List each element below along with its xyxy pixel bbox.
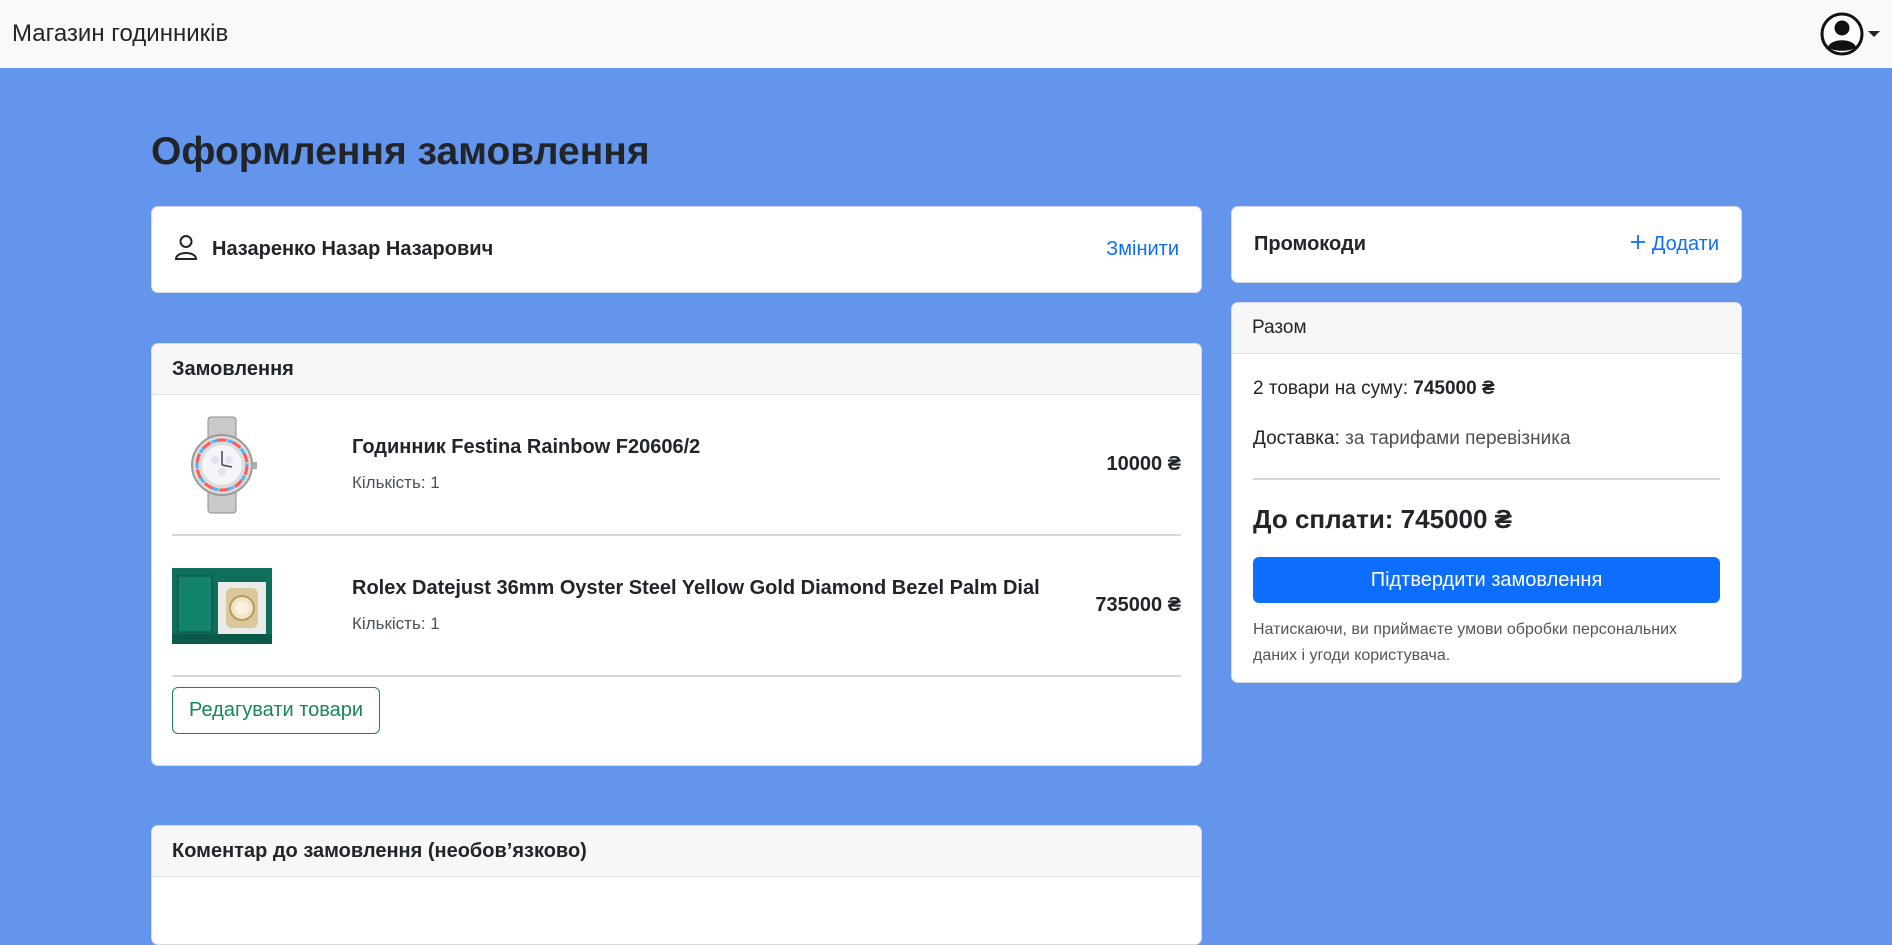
plus-icon <box>1630 233 1646 256</box>
order-header: Замовлення <box>152 344 1201 395</box>
navbar: Магазин годинників <box>0 0 1892 68</box>
delivery-value: за тарифами перевізника <box>1345 428 1571 449</box>
order-card: Замовлення Годинник Festina Rainbow F206… <box>151 343 1202 766</box>
chevron-down-icon <box>1868 31 1880 37</box>
comment-header: Коментар до замовлення (необов’язково) <box>152 826 1201 877</box>
items-total-prefix: 2 товари на суму: <box>1253 378 1414 399</box>
user-menu-toggle[interactable] <box>1820 12 1880 56</box>
promo-title: Промокоди <box>1254 233 1366 255</box>
product-price: 10000 ₴ <box>1106 453 1181 475</box>
confirm-order-button[interactable]: Підтвердити замовлення <box>1253 557 1720 603</box>
product-quantity: Кількість: 1 <box>352 473 440 492</box>
product-name[interactable]: Годинник Festina Rainbow F20606/2 <box>352 436 1106 459</box>
delivery-label: Доставка: <box>1253 428 1346 449</box>
terms-note: Натискаючи, ви приймаєте умови обробки п… <box>1253 621 1678 664</box>
person-icon <box>174 234 198 266</box>
page-title: Оформлення замовлення <box>151 130 650 173</box>
delivery-line: Доставка: за тарифами перевізника <box>1253 428 1720 450</box>
add-promo-link[interactable]: Додати <box>1630 233 1719 256</box>
list-item: Годинник Festina Rainbow F20606/2 Кількі… <box>172 395 1181 536</box>
product-name[interactable]: Rolex Datejust 36mm Oyster Steel Yellow … <box>352 577 1095 600</box>
summary-header: Разом <box>1232 303 1741 354</box>
edit-items-button[interactable]: Редагувати товари <box>172 687 381 734</box>
customer-info: Назаренко Назар Назарович <box>174 234 493 266</box>
user-circle-icon <box>1820 12 1864 56</box>
comment-card: Коментар до замовлення (необов’язково) <box>151 825 1202 945</box>
customer-card: Назаренко Назар Назарович Змінити <box>151 206 1202 293</box>
items-total-line: 2 товари на суму: 745000 ₴ <box>1253 378 1720 400</box>
divider <box>1253 478 1720 480</box>
amount-due: До сплати: 745000 ₴ <box>1253 504 1513 534</box>
product-image[interactable] <box>172 556 272 656</box>
customer-name: Назаренко Назар Назарович <box>212 238 494 260</box>
promo-card: Промокоди Додати <box>1231 206 1742 283</box>
product-image[interactable] <box>172 415 272 515</box>
items-total-value: 745000 ₴ <box>1413 378 1495 399</box>
brand-link[interactable]: Магазин годинників <box>12 20 228 48</box>
list-item: Rolex Datejust 36mm Oyster Steel Yellow … <box>172 536 1181 677</box>
product-price: 735000 ₴ <box>1095 594 1181 616</box>
change-customer-link[interactable]: Змінити <box>1106 238 1179 261</box>
product-quantity: Кількість: 1 <box>352 614 440 633</box>
add-promo-label: Додати <box>1651 233 1719 255</box>
summary-card: Разом 2 товари на суму: 745000 ₴ Доставк… <box>1231 302 1742 683</box>
